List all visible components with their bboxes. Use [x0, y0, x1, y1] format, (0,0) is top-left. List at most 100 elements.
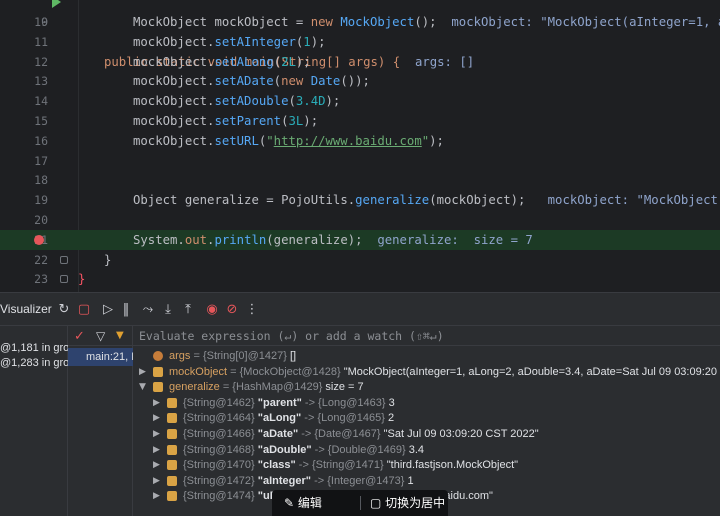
breakpoint-icon[interactable] — [34, 234, 44, 245]
key-type: {String@1474} — [183, 490, 258, 503]
code-token: setParent — [214, 114, 282, 128]
code-token: 1 — [303, 34, 311, 49]
resume-icon[interactable]: ▷ — [100, 302, 116, 318]
variable-row[interactable]: ▶ {String@1472} "aInteger" -> {Integer@14… — [133, 473, 720, 489]
variable-row[interactable]: ▶ {String@1462} "parent" -> {Long@1463} 3 — [133, 395, 720, 411]
code-token: (generalize); — [266, 232, 363, 247]
code-line[interactable]: 19 Object generalize = PojoUtils.generali… — [0, 190, 720, 210]
code-line[interactable]: 10 MockObject mockObject = new MockObject… — [0, 12, 720, 32]
variable-text: args = {String[0]@1427} [] — [169, 348, 296, 364]
code-line[interactable]: 16 mockObject.setURL("http://www.baidu.co… — [0, 131, 720, 151]
variable-type: -> {Double@1469} — [311, 443, 409, 456]
code-token: mockObject. — [133, 133, 215, 148]
variable-name: "parent" — [257, 396, 302, 409]
variable-name: mockObject — [169, 365, 228, 378]
mute-breakpoints-icon[interactable]: ⊘ — [224, 302, 240, 318]
evaluate-expression-input[interactable]: Evaluate expression (↵) or add a watch (… — [133, 326, 720, 346]
code-token: println — [214, 232, 267, 247]
code-line[interactable]: 14 mockObject.setADouble(3.4D); — [0, 91, 720, 111]
code-line[interactable]: 12 mockObject.setALong(2L); — [0, 52, 720, 72]
parameter-icon — [153, 351, 163, 361]
filter-icon[interactable]: ▽ — [96, 329, 105, 343]
code-line[interactable]: 15 mockObject.setParent(3L); — [0, 111, 720, 131]
variable-row[interactable]: ▶ mockObject = {MockObject@1428} "MockObj… — [133, 364, 720, 380]
center-label: 切换为居中 — [385, 496, 446, 510]
run-icon[interactable] — [52, 0, 61, 8]
stop-icon[interactable]: ▢ — [76, 302, 92, 318]
code-token: 3.4D — [295, 94, 326, 109]
expand-arrow-icon[interactable]: ▶ — [153, 426, 160, 442]
key-type: {String@1462} — [183, 396, 258, 409]
variable-text: {String@1462} "parent" -> {Long@1463} 3 — [183, 395, 395, 411]
expand-arrow-icon[interactable]: ▶ — [153, 395, 160, 411]
code-line[interactable]: 18 — [0, 170, 720, 190]
dropdown-icon[interactable]: ▼ — [116, 330, 124, 341]
line-number: 17 — [34, 153, 48, 168]
code-token: setADate — [214, 74, 274, 89]
checkmark-icon[interactable]: ✓ — [74, 329, 85, 344]
expand-arrow-icon[interactable]: ▼ — [139, 379, 146, 395]
variable-row[interactable]: ▶ {String@1464} "aLong" -> {Long@1465} 2 — [133, 410, 720, 426]
rerun-icon[interactable]: ↻ — [56, 302, 72, 318]
expand-arrow-icon[interactable]: ▶ — [153, 457, 160, 473]
code-line[interactable]: 13 mockObject.setADate(new Date()); — [0, 71, 720, 91]
breakpoints-icon[interactable]: ◉ — [204, 302, 220, 318]
code-line[interactable]: 20 — [0, 210, 720, 230]
variable-row[interactable]: ▶ {String@1466} "aDate" -> {Date@1467} "S… — [133, 426, 720, 442]
code-line-partial[interactable]: 9 public static void main(String[] args)… — [0, 0, 720, 69]
step-out-icon[interactable]: ⤒ — [180, 302, 196, 318]
step-into-icon[interactable]: ⤓ — [160, 302, 176, 318]
code-token: " — [266, 133, 274, 148]
step-over-icon[interactable]: ⤳ — [140, 302, 156, 318]
code-token: ); — [303, 114, 319, 128]
variable-row[interactable]: args = {String[0]@1427} [] — [133, 348, 720, 364]
code-line[interactable]: 17 — [0, 151, 720, 171]
field-icon — [167, 444, 177, 455]
line-number: 22 — [34, 252, 48, 267]
code-line[interactable]: 11 mockObject.setAInteger(1); — [0, 32, 720, 52]
pause-icon[interactable]: ‖ — [118, 302, 134, 318]
expand-arrow-icon[interactable]: ▶ — [153, 488, 160, 504]
thread-item[interactable]: @1,181 in grou — [0, 342, 68, 358]
code-editor[interactable]: 9 public static void main(String[] args)… — [0, 0, 720, 292]
code-line[interactable]: 23} — [0, 269, 720, 289]
variable-text: {String@1470} "class" -> {String@1471} "… — [183, 457, 518, 473]
variable-row[interactable]: ▶ {String@1468} "aDouble" -> {Double@1469… — [133, 442, 720, 458]
thread-item[interactable]: @1,283 in grou — [0, 357, 68, 373]
field-icon — [153, 382, 163, 393]
code-token: setURL — [214, 133, 259, 148]
code-text: Object generalize = PojoUtils.generalize… — [133, 190, 720, 210]
expand-arrow-icon[interactable]: ▶ — [153, 442, 160, 458]
field-icon — [167, 460, 177, 471]
edit-button[interactable]: ✎ 编辑 — [284, 495, 322, 511]
expand-arrow-icon[interactable]: ▶ — [153, 473, 160, 489]
code-text: mockObject.setADouble(3.4D); — [133, 91, 340, 111]
fold-icon[interactable] — [60, 255, 68, 264]
floating-action-bar: ✎ 编辑 ▢ 切换为居中 — [272, 490, 448, 516]
expand-arrow-icon[interactable]: ▶ — [139, 364, 146, 380]
code-text: mockObject.setADate(new Date()); — [133, 71, 370, 91]
variable-row[interactable]: ▼ generalize = {HashMap@1429} size = 7 — [133, 379, 720, 395]
variable-value: size = 7 — [325, 381, 364, 394]
code-line[interactable]: 21System.out.println(generalize); genera… — [0, 229, 720, 250]
variable-value: [] — [289, 350, 297, 362]
fold-icon[interactable] — [60, 275, 68, 284]
line-number: 23 — [34, 272, 48, 287]
code-token: 3L — [288, 114, 304, 128]
variable-row[interactable]: ▶ {String@1470} "class" -> {String@1471} … — [133, 457, 720, 473]
frame-item-selected[interactable]: main:21, D — [68, 348, 133, 366]
code-token: System. — [133, 232, 185, 247]
code-line[interactable]: 22} — [0, 250, 720, 270]
code-token: new — [310, 15, 341, 29]
variable-name: generalize — [169, 381, 220, 394]
expand-arrow-icon[interactable]: ▶ — [153, 410, 160, 426]
more-icon[interactable]: ⋮ — [244, 302, 260, 318]
center-button[interactable]: ▢ 切换为居中 — [370, 495, 445, 511]
variable-type: = {MockObject@1428} — [227, 365, 344, 378]
variable-name: "aLong" — [257, 412, 302, 425]
line-number: 19 — [34, 193, 48, 208]
toolbar-title[interactable]: Visualizer — [0, 302, 52, 316]
variable-type: = {String[0]@1427} — [190, 350, 290, 362]
variable-value: "MockObject(aInteger=1, aLong=2, aDouble… — [343, 365, 720, 378]
key-type: {String@1464} — [183, 412, 258, 425]
